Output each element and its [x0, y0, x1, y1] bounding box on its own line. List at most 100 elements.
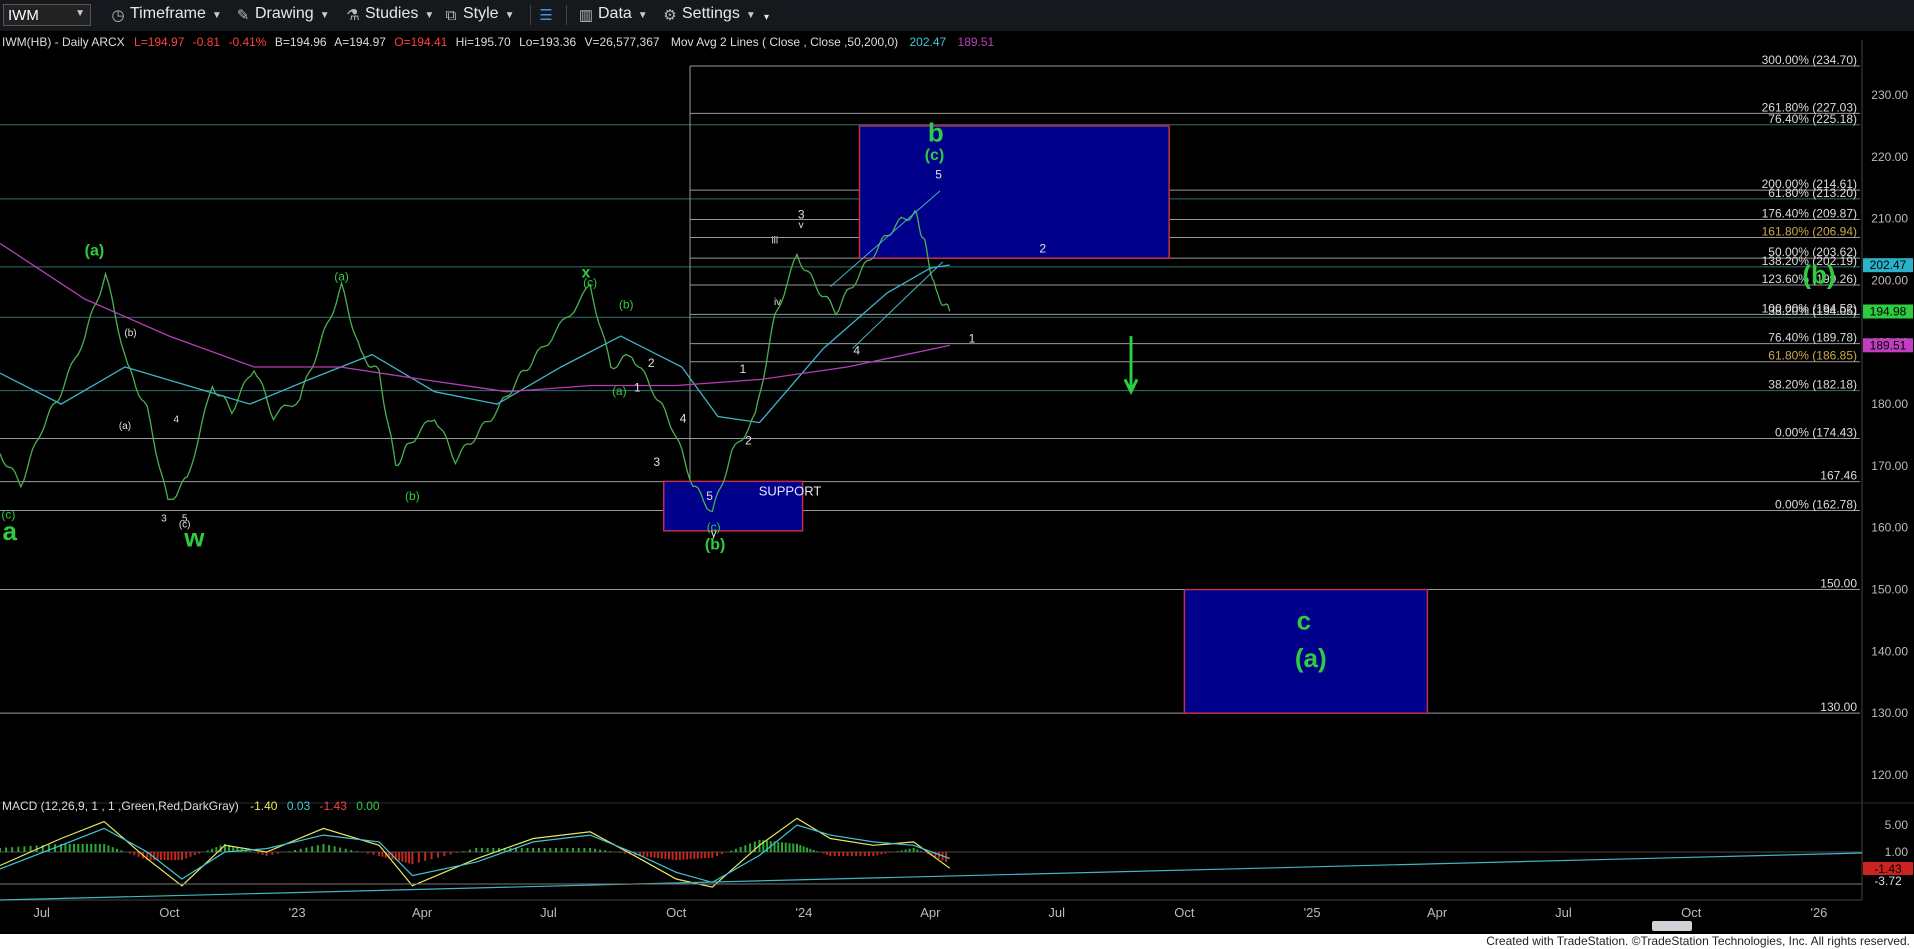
gear-icon: ⚙: [663, 7, 677, 24]
timeframe-label: Timeframe: [130, 5, 206, 22]
x-tick-label: Apr: [920, 905, 941, 920]
x-tick-label: Jul: [1555, 905, 1572, 920]
fib-label: 0.00% (162.78): [1775, 498, 1857, 512]
symbol-value: IWM: [8, 7, 39, 24]
symbol-header: IWM(HB) - Daily ARCX L=194.97 -0.81 -0.4…: [2, 35, 995, 49]
x-tick-label: Jul: [33, 905, 50, 920]
footer: Created with TradeStation. ©TradeStation…: [0, 934, 1914, 949]
x-tick-label: Jul: [1048, 905, 1065, 920]
wave-label: 4: [174, 415, 180, 426]
price-badge-label: 189.51: [1870, 338, 1907, 352]
wave-label: 1: [634, 381, 641, 395]
macd-label: MACD (12,26,9, 1 , 1 ,Green,Red,DarkGray…: [2, 799, 239, 813]
wave-label: (a): [119, 421, 131, 432]
wave-label: (b): [619, 297, 634, 311]
wave-label: (c): [925, 147, 945, 164]
header-open: O=194.41: [394, 35, 447, 49]
chevron-down-icon: ▼: [745, 10, 756, 21]
macd-badge-label: -3.72: [1874, 874, 1902, 888]
wave-label: 5: [706, 489, 713, 503]
chevron-down-icon[interactable]: ▼: [75, 8, 85, 19]
y-tick-label: 180.00: [1871, 397, 1908, 411]
chevron-down-icon: ▼: [319, 10, 330, 21]
header-high: Hi=195.70: [456, 35, 511, 49]
data-menu[interactable]: ▥ Data ▼: [578, 5, 648, 27]
fib-label: 0.00% (174.43): [1775, 426, 1857, 440]
header-low: Lo=193.36: [519, 35, 576, 49]
timeframe-menu[interactable]: ◷ Timeframe ▼: [110, 5, 221, 27]
drawing-label: Drawing: [255, 5, 314, 22]
x-tick-label: '25: [1304, 905, 1321, 920]
symbol-input[interactable]: IWM ▼: [3, 4, 91, 26]
wave-label: 4: [680, 412, 687, 426]
wave-label: (a): [1295, 643, 1327, 673]
price-badge-label: 202.47: [1870, 258, 1907, 272]
macd-v2: 0.03: [287, 799, 311, 813]
x-tick-label: Apr: [1427, 905, 1448, 920]
fib-label: 38.20% (182.18): [1768, 378, 1857, 392]
macd-v1: -1.40: [250, 799, 278, 813]
settings-label: Settings: [682, 5, 740, 22]
y-tick-label: 150.00: [1871, 583, 1908, 597]
toolbar-divider: [530, 5, 531, 25]
wave-label: (b): [405, 489, 420, 503]
x-tick-label: Oct: [1174, 905, 1195, 920]
macd-v3: -1.43: [320, 799, 348, 813]
wave-label: iv: [774, 297, 781, 308]
chevron-down-icon: ▼: [504, 10, 515, 21]
clock-icon: ◷: [111, 7, 125, 24]
toolbar: IWM ▼ ◷ Timeframe ▼ ✎ Drawing ▼ ⚗ Studies ▼ ⧉ S…: [0, 0, 1914, 32]
wave-label: 2: [1039, 242, 1046, 256]
wave-label: 2: [648, 356, 655, 370]
scrollbar-thumb[interactable]: [1652, 921, 1692, 931]
style-menu[interactable]: ⧉ Style ▼: [443, 5, 515, 27]
wave-label: (b): [705, 536, 725, 553]
price-chart[interactable]: 300.00% (234.70)261.80% (227.03)76.40% (…: [0, 31, 1914, 934]
y-tick-label: 210.00: [1871, 212, 1908, 226]
fib-label: 76.40% (189.78): [1768, 331, 1857, 345]
y-tick-label: 130.00: [1871, 706, 1908, 720]
wave-label: (c): [583, 276, 597, 290]
style-icon: ⧉: [445, 7, 457, 24]
macd-y-tick: 1.00: [1885, 845, 1909, 859]
header-study: Mov Avg 2 Lines ( Close , Close ,50,200,…: [671, 35, 898, 49]
bar-chart-icon: ▥: [578, 7, 594, 24]
flask-icon: ⚗: [346, 7, 360, 24]
toolbar-divider: [566, 5, 567, 25]
header-bid: B=194.96: [275, 35, 327, 49]
fib-label: 38.20% (194.05): [1768, 304, 1857, 318]
fib-label: 300.00% (234.70): [1762, 53, 1857, 67]
header-ma200: 189.51: [958, 35, 995, 49]
fib-label: 167.46: [1820, 469, 1857, 483]
header-last: L=194.97: [134, 35, 185, 49]
footer-text: Created with TradeStation. ©TradeStation…: [1486, 934, 1910, 948]
header-pct: -0.41%: [228, 35, 266, 49]
wave-label: v: [799, 220, 804, 231]
header-vol: V=26,577,367: [584, 35, 659, 49]
header-ma50: 202.47: [909, 35, 946, 49]
studies-menu[interactable]: ⚗ Studies ▼: [345, 5, 434, 27]
wave-label: (b): [1802, 260, 1835, 290]
y-tick-label: 200.00: [1871, 273, 1908, 287]
macd-v4: 0.00: [356, 799, 380, 813]
x-tick-label: Oct: [159, 905, 180, 920]
wave-label: 4: [853, 344, 860, 358]
wave-label: (a): [612, 384, 627, 398]
macd-header: MACD (12,26,9, 1 , 1 ,Green,Red,DarkGray…: [2, 799, 380, 813]
price-badge-label: 194.98: [1870, 304, 1907, 318]
y-tick-label: 140.00: [1871, 644, 1908, 658]
x-tick-label: '24: [795, 905, 812, 920]
wave-label: (a): [85, 243, 105, 260]
wave-label: c: [1297, 606, 1311, 636]
x-tick-label: Jul: [540, 905, 557, 920]
wave-label: 3: [161, 514, 167, 525]
settings-menu[interactable]: ⚙ Settings ▼: [662, 5, 756, 27]
x-tick-label: Oct: [1681, 905, 1702, 920]
header-chg: -0.81: [193, 35, 221, 49]
fib-label: 61.80% (186.85): [1768, 349, 1857, 363]
studies-label: Studies: [365, 5, 419, 22]
fib-label: 76.40% (225.18): [1768, 112, 1857, 126]
y-tick-label: 160.00: [1871, 521, 1908, 535]
layout-button[interactable]: ☰: [538, 5, 558, 27]
drawing-menu[interactable]: ✎ Drawing ▼: [235, 5, 330, 27]
